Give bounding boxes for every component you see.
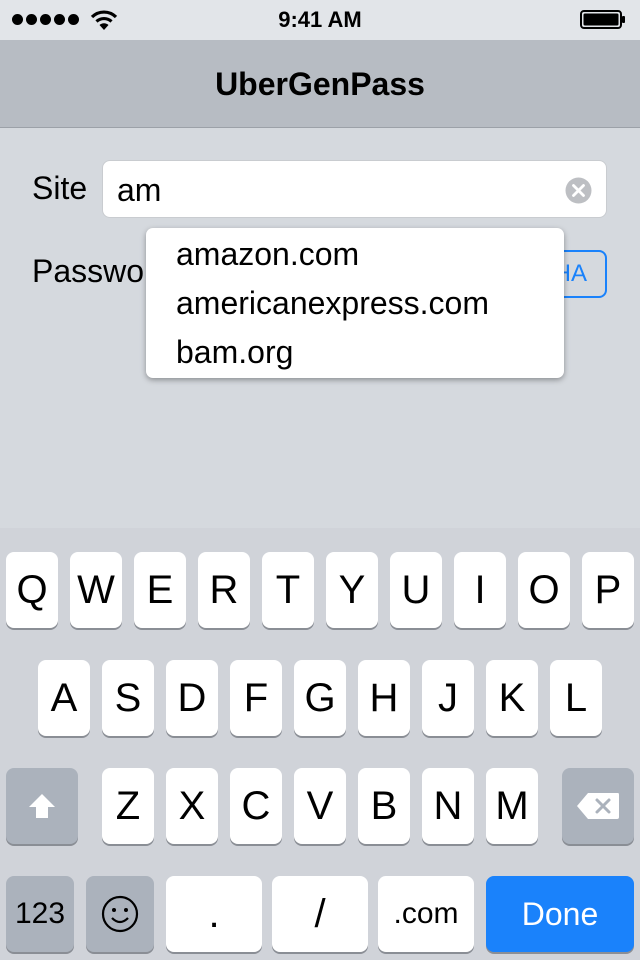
page-title: UberGenPass xyxy=(215,66,425,102)
slash-key[interactable]: / xyxy=(272,876,368,952)
key-a[interactable]: A xyxy=(38,660,90,736)
key-o[interactable]: O xyxy=(518,552,570,628)
key-n[interactable]: N xyxy=(422,768,474,844)
key-s[interactable]: S xyxy=(102,660,154,736)
done-button[interactable]: Done xyxy=(486,876,634,952)
keyboard: Q W E R T Y U I O P A S D F G H J K L Z … xyxy=(0,528,640,960)
delete-key[interactable] xyxy=(562,768,634,844)
key-x[interactable]: X xyxy=(166,768,218,844)
key-c[interactable]: C xyxy=(230,768,282,844)
key-q[interactable]: Q xyxy=(6,552,58,628)
status-bar: 9:41 AM xyxy=(0,0,640,40)
numbers-key[interactable]: 123 xyxy=(6,876,74,952)
clear-circle-icon[interactable] xyxy=(565,177,592,204)
emoji-key[interactable] xyxy=(86,876,154,952)
key-j[interactable]: J xyxy=(422,660,474,736)
navigation-bar: UberGenPass xyxy=(0,40,640,128)
key-u[interactable]: U xyxy=(390,552,442,628)
key-z[interactable]: Z xyxy=(102,768,154,844)
key-f[interactable]: F xyxy=(230,660,282,736)
status-time: 9:41 AM xyxy=(278,7,362,32)
key-l[interactable]: L xyxy=(550,660,602,736)
key-b[interactable]: B xyxy=(358,768,410,844)
site-input[interactable]: am xyxy=(102,160,607,218)
site-input-value: am xyxy=(117,172,162,208)
shift-arrow-icon xyxy=(29,794,55,818)
emoji-face-icon xyxy=(101,895,139,933)
key-e[interactable]: E xyxy=(134,552,186,628)
key-h[interactable]: H xyxy=(358,660,410,736)
key-y[interactable]: Y xyxy=(326,552,378,628)
key-w[interactable]: W xyxy=(70,552,122,628)
dotcom-key[interactable]: .com xyxy=(378,876,474,952)
autocomplete-dropdown: amazon.com americanexpress.com bam.org xyxy=(146,228,564,378)
key-m[interactable]: M xyxy=(486,768,538,844)
battery-full-icon xyxy=(580,10,625,29)
backspace-icon xyxy=(577,793,619,819)
site-label: Site xyxy=(32,170,88,206)
period-key[interactable]: . xyxy=(166,876,262,952)
key-g[interactable]: G xyxy=(294,660,346,736)
key-r[interactable]: R xyxy=(198,552,250,628)
autocomplete-item[interactable]: amazon.com xyxy=(176,236,359,273)
key-d[interactable]: D xyxy=(166,660,218,736)
key-k[interactable]: K xyxy=(486,660,538,736)
key-p[interactable]: P xyxy=(582,552,634,628)
key-t[interactable]: T xyxy=(262,552,314,628)
key-v[interactable]: V xyxy=(294,768,346,844)
autocomplete-item[interactable]: bam.org xyxy=(176,334,293,371)
autocomplete-item[interactable]: americanexpress.com xyxy=(176,285,489,322)
shift-key[interactable] xyxy=(6,768,78,844)
key-i[interactable]: I xyxy=(454,552,506,628)
